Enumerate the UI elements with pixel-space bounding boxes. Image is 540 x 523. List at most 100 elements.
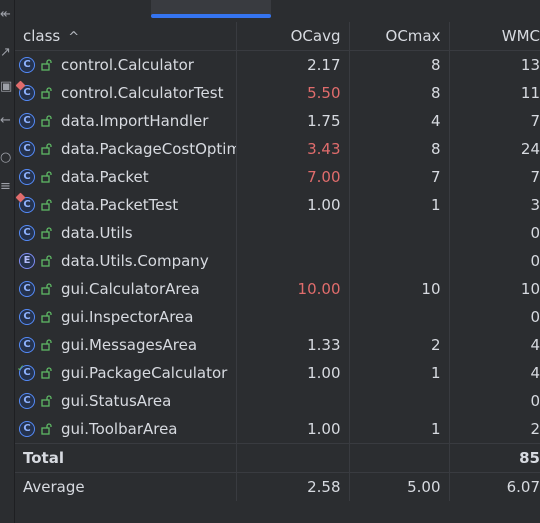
class-icon: C <box>19 421 35 438</box>
table-row[interactable]: Cgui.CalculatorArea 10.00 10 10 <box>15 275 540 303</box>
class-name: data.PacketTest <box>61 196 179 215</box>
ocmax-cell: 4 <box>349 107 450 135</box>
wmc-cell: 24 <box>520 140 540 158</box>
wmc-cell: 4 <box>530 364 540 382</box>
camera-icon[interactable]: ▣ <box>0 80 13 94</box>
table-row[interactable]: Cgui.ToolbarArea 1.00 1 2 <box>15 415 540 444</box>
class-name-cell[interactable]: Cdata.PacketTest <box>15 191 237 219</box>
ocmax-cell: 10 <box>349 275 450 303</box>
ocmax-cell: 8 <box>349 50 450 79</box>
class-name-cell[interactable]: Cgui.StatusArea <box>15 387 237 415</box>
sort-ascending-icon[interactable]: ^ <box>68 30 79 45</box>
circle-icon[interactable]: ○ <box>0 151 13 165</box>
collapse-icon[interactable]: ↞ <box>0 8 13 22</box>
table-row[interactable]: C ✓ gui.PackageCalculator 1.00 1 4 <box>15 359 540 387</box>
public-access-icon <box>41 87 52 99</box>
ocmax-cell: 1 <box>349 415 450 444</box>
class-icon: C <box>19 281 35 298</box>
class-icon: C ✓ <box>17 364 35 382</box>
ocmax-cell <box>349 219 450 247</box>
ocavg-cell: 2.17 <box>236 50 350 79</box>
expand-icon[interactable]: ↗ <box>0 46 13 60</box>
class-name-cell[interactable]: Ccontrol.CalculatorTest <box>15 79 237 107</box>
average-row[interactable]: Average 2.58 5.00 6.07 <box>15 472 540 501</box>
settings-icon[interactable]: ≡ <box>0 180 13 194</box>
average-label: Average <box>15 472 237 501</box>
table-row[interactable]: Cdata.ImportHandler 1.75 4 7 <box>15 107 540 135</box>
public-access-icon <box>41 367 52 379</box>
wmc-cell: 11 <box>520 84 540 102</box>
class-name: data.PackageCostOptimizer <box>61 140 236 159</box>
table-row[interactable]: Cdata.Packet 7.00 7 7 <box>15 163 540 191</box>
public-access-icon <box>41 227 52 239</box>
class-name-cell[interactable]: Ccontrol.Calculator <box>15 50 237 79</box>
class-name-cell[interactable]: Cgui.CalculatorArea <box>15 275 237 303</box>
back-icon[interactable]: ← <box>0 114 13 128</box>
table-row[interactable]: Cgui.InspectorArea 0 <box>15 303 540 331</box>
class-name: gui.ToolbarArea <box>61 420 178 439</box>
class-name-cell[interactable]: Cdata.Utils <box>15 219 237 247</box>
class-name-cell[interactable]: Cgui.ToolbarArea <box>15 415 237 444</box>
column-header-ocavg[interactable]: OCavg <box>236 22 350 51</box>
ocavg-cell <box>236 387 350 415</box>
column-header-ocmax[interactable]: OCmax <box>349 22 450 51</box>
total-label: Total <box>15 443 237 473</box>
public-access-icon <box>41 255 52 267</box>
wmc-cell: 2 <box>530 420 540 438</box>
wmc-cell: 4 <box>530 336 540 354</box>
public-access-icon <box>41 283 52 295</box>
total-ocmax <box>349 443 450 473</box>
ocmax-cell: 8 <box>349 79 450 107</box>
public-access-icon <box>41 199 52 211</box>
total-ocavg <box>236 443 350 473</box>
class-name-cell[interactable]: Edata.Utils.Company <box>15 247 237 275</box>
metrics-table: class ^ OCavg OCmax WMC Ccontrol.Calculat… <box>15 22 540 501</box>
wmc-cell: 0 <box>530 224 540 242</box>
class-name-cell[interactable]: Cdata.Packet <box>15 163 237 191</box>
test-badge-icon <box>15 192 26 203</box>
column-header-class[interactable]: class ^ <box>15 22 237 51</box>
ocmax-cell: 7 <box>349 163 450 191</box>
ocmax-cell: 1 <box>349 191 450 219</box>
table-row[interactable]: Ccontrol.Calculator 2.17 8 13 <box>15 50 540 79</box>
wmc-cell: 13 <box>520 56 540 74</box>
column-header-class-label: class <box>23 27 61 45</box>
class-name-cell[interactable]: Cdata.ImportHandler <box>15 107 237 135</box>
class-icon: C <box>15 192 35 214</box>
class-icon: C <box>19 337 35 354</box>
ocavg-cell: 1.00 <box>236 191 350 219</box>
class-name: gui.StatusArea <box>61 392 172 411</box>
class-name: data.Utils <box>61 224 133 243</box>
class-icon: C <box>19 169 35 186</box>
table-row[interactable]: Cdata.PackageCostOptimizer3.438 24 <box>15 135 540 163</box>
class-name: gui.PackageCalculator <box>61 364 228 383</box>
ocavg-cell <box>236 303 350 331</box>
ocmax-cell <box>349 387 450 415</box>
wmc-cell: 0 <box>530 392 540 410</box>
wmc-cell: 3 <box>530 196 540 214</box>
wmc-cell: 0 <box>530 252 540 270</box>
class-name: control.CalculatorTest <box>61 84 224 103</box>
table-row[interactable]: Cgui.StatusArea 0 <box>15 387 540 415</box>
wmc-cell: 10 <box>520 280 540 298</box>
total-row[interactable]: Total 85 <box>15 443 540 473</box>
class-name-cell[interactable]: C ✓ gui.PackageCalculator <box>15 359 237 387</box>
table-row[interactable]: Ccontrol.CalculatorTest 5.50 8 11 <box>15 79 540 107</box>
class-name-cell[interactable]: Cdata.PackageCostOptimizer <box>15 135 237 163</box>
class-name-cell[interactable]: Cgui.InspectorArea <box>15 303 237 331</box>
ocavg-cell: 1.33 <box>236 331 350 359</box>
table-row[interactable]: Edata.Utils.Company 0 <box>15 247 540 275</box>
table-row[interactable]: Cdata.PacketTest 1.00 1 3 <box>15 191 540 219</box>
class-icon: C <box>19 393 35 410</box>
tab-active-underline <box>151 14 271 18</box>
class-icon: C <box>19 57 35 74</box>
left-toolbar: ↞ ↗ ▣ ← ○ ≡ <box>0 0 15 523</box>
public-access-icon <box>41 143 52 155</box>
table-row[interactable]: Cgui.MessagesArea 1.33 2 4 <box>15 331 540 359</box>
ocavg-cell: 5.50 <box>236 79 350 107</box>
column-header-wmc[interactable]: WMC <box>449 22 540 51</box>
class-icon: C <box>19 309 35 326</box>
table-row[interactable]: Cdata.Utils 0 <box>15 219 540 247</box>
class-name-cell[interactable]: Cgui.MessagesArea <box>15 331 237 359</box>
ocavg-cell: 10.00 <box>236 275 350 303</box>
